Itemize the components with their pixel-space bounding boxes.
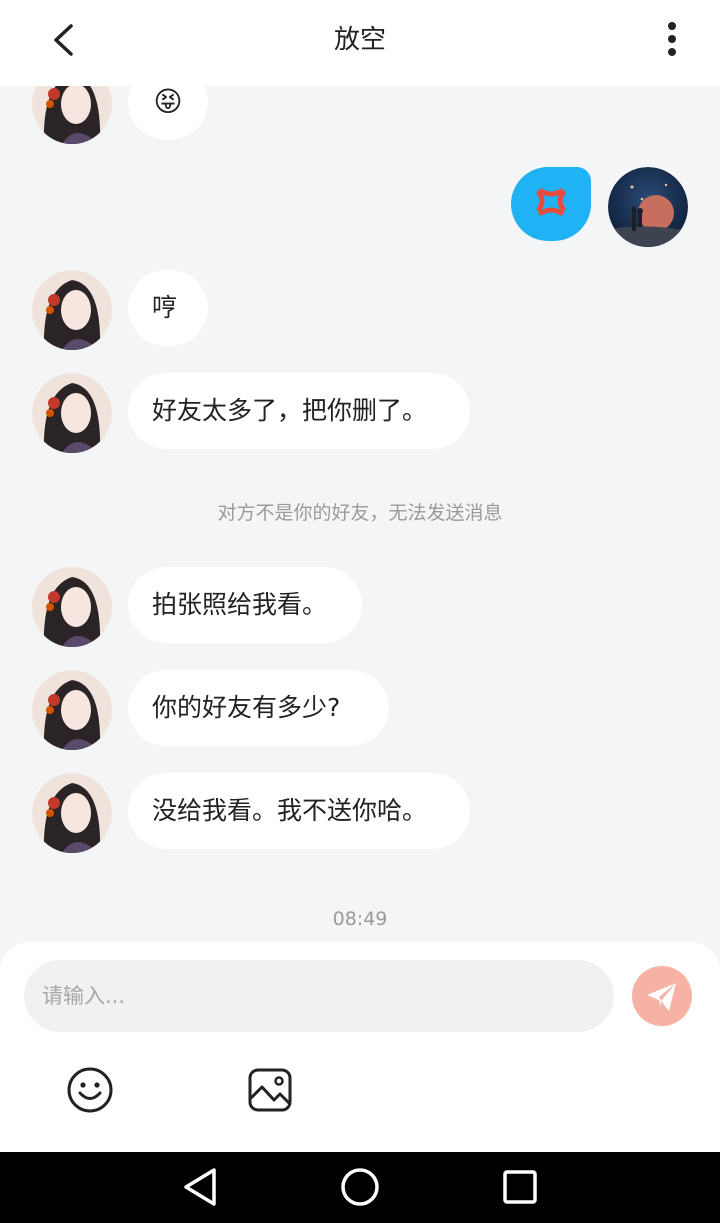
contact-avatar[interactable]	[32, 567, 112, 647]
my-avatar[interactable]	[608, 167, 688, 247]
system-navigation-bar	[0, 1152, 720, 1223]
circle-home-icon	[341, 1168, 379, 1206]
more-options-button[interactable]	[652, 18, 692, 66]
nav-recent-apps-button[interactable]	[500, 1166, 540, 1208]
emoji-bubble-outgoing	[511, 167, 591, 241]
tongue-face-emoji: 😝	[153, 85, 183, 118]
message-bubble-incoming: 你的好友有多少?	[128, 670, 389, 746]
message-bubble-incoming: 拍张照给我看。	[128, 567, 362, 643]
message-bubble-incoming: 好友太多了，把你删了。	[128, 373, 470, 449]
nav-back-button[interactable]	[180, 1166, 222, 1208]
image-button[interactable]	[246, 1066, 294, 1114]
message-input[interactable]	[24, 960, 614, 1032]
message-bubble-incoming: 没给我看。我不送你哈。	[128, 773, 470, 849]
triangle-back-icon	[184, 1168, 216, 1206]
send-button[interactable]	[632, 966, 692, 1026]
anger-symbol-icon	[536, 188, 566, 216]
contact-avatar[interactable]	[32, 373, 112, 453]
smiley-icon	[67, 1067, 113, 1113]
square-recents-icon	[503, 1170, 537, 1204]
system-notice: 对方不是你的好友，无法发送消息	[217, 502, 503, 524]
chat-screen: 放空 😝 哼 好友太多了，把你删了。 对方不是你的好友，无法发送消息 拍张照给我…	[0, 0, 720, 1223]
contact-avatar[interactable]	[32, 773, 112, 853]
contact-avatar[interactable]	[32, 670, 112, 750]
paper-plane-icon	[647, 983, 676, 1011]
contact-avatar[interactable]	[32, 270, 112, 350]
emoji-button[interactable]	[66, 1066, 114, 1114]
image-icon	[248, 1068, 292, 1112]
nav-home-button[interactable]	[338, 1165, 382, 1209]
message-timestamp: 08:49	[332, 908, 388, 930]
top-bar: 放空	[0, 0, 720, 86]
composer-panel	[0, 942, 720, 1152]
chat-title: 放空	[333, 25, 386, 55]
message-bubble-incoming: 哼	[128, 270, 208, 346]
more-vertical-icon	[668, 22, 676, 56]
